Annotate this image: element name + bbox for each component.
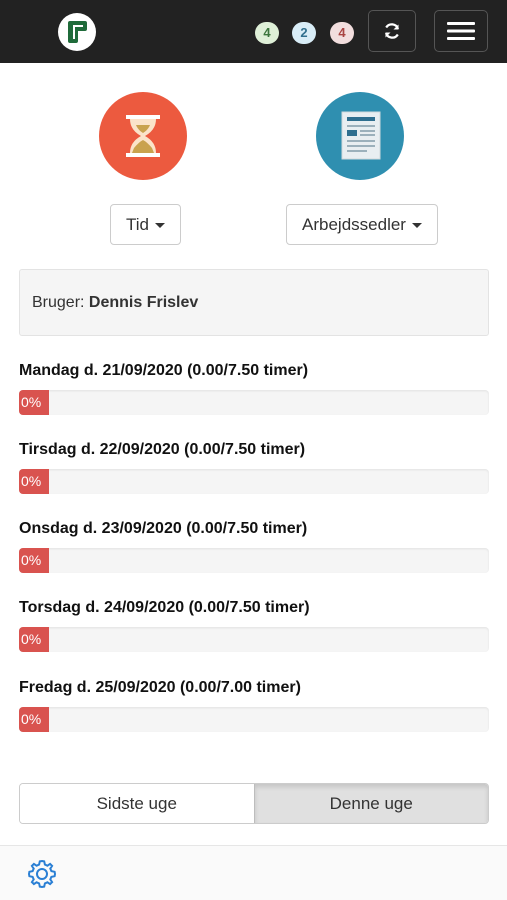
worksheets-dropdown[interactable]: Arbejdssedler xyxy=(286,204,438,245)
day-row: Fredag d. 25/09/2020 (0.00/7.00 timer) 0… xyxy=(19,677,489,732)
time-app-button[interactable] xyxy=(99,92,187,180)
day-progress-bar: 0% xyxy=(19,707,49,732)
day-label: Torsdag d. 24/09/2020 (0.00/7.50 timer) xyxy=(19,599,310,616)
day-row: Tirsdag d. 22/09/2020 (0.00/7.50 timer) … xyxy=(19,439,489,494)
day-progress-track: 0% xyxy=(19,548,489,573)
day-progress-bar: 0% xyxy=(19,548,49,573)
day-label: Mandag d. 21/09/2020 (0.00/7.50 timer) xyxy=(19,362,309,379)
day-progress-bar: 0% xyxy=(19,469,49,494)
app-logo-icon[interactable] xyxy=(58,13,96,51)
day-progress-track: 0% xyxy=(19,707,489,732)
refresh-icon xyxy=(384,23,400,39)
week-toggle-group: Sidste uge Denne uge xyxy=(19,783,489,824)
day-progress-bar: 0% xyxy=(19,627,49,652)
day-progress-track: 0% xyxy=(19,390,489,415)
previous-week-button[interactable]: Sidste uge xyxy=(20,784,254,823)
document-icon xyxy=(341,111,381,160)
hourglass-icon xyxy=(126,115,160,157)
day-label: Fredag d. 25/09/2020 (0.00/7.00 timer) xyxy=(19,679,301,696)
caret-down-icon xyxy=(411,223,422,228)
bottom-bar xyxy=(0,845,507,900)
top-navbar: 4 2 4 xyxy=(0,0,507,63)
day-label: Onsdag d. 23/09/2020 (0.00/7.50 timer) xyxy=(19,520,308,537)
day-row: Torsdag d. 24/09/2020 (0.00/7.50 timer) … xyxy=(19,597,489,652)
day-progress-track: 0% xyxy=(19,627,489,652)
worksheets-app-button[interactable] xyxy=(316,92,404,180)
hamburger-menu-icon xyxy=(447,22,475,40)
time-dropdown[interactable]: Tid xyxy=(110,204,181,245)
time-dropdown-label: Tid xyxy=(126,214,149,234)
day-label: Tirsdag d. 22/09/2020 (0.00/7.50 timer) xyxy=(19,441,306,458)
day-row: Mandag d. 21/09/2020 (0.00/7.50 timer) 0… xyxy=(19,360,489,415)
refresh-button[interactable] xyxy=(368,10,416,52)
success-count-badge[interactable]: 4 xyxy=(255,22,279,44)
current-week-button[interactable]: Denne uge xyxy=(253,784,488,823)
day-row: Onsdag d. 23/09/2020 (0.00/7.50 timer) 0… xyxy=(19,518,489,573)
user-name: Dennis Frislev xyxy=(88,294,199,311)
user-label: Bruger: xyxy=(32,294,85,311)
danger-count-badge[interactable]: 4 xyxy=(330,22,354,44)
day-progress-track: 0% xyxy=(19,469,489,494)
worksheets-dropdown-label: Arbejdssedler xyxy=(302,214,406,234)
info-count-badge[interactable]: 2 xyxy=(292,22,316,44)
menu-button[interactable] xyxy=(434,10,488,52)
gear-icon[interactable] xyxy=(26,858,58,890)
user-info-panel: Bruger: Dennis Frislev xyxy=(19,269,489,336)
day-progress-bar: 0% xyxy=(19,390,49,415)
caret-down-icon xyxy=(155,223,165,228)
